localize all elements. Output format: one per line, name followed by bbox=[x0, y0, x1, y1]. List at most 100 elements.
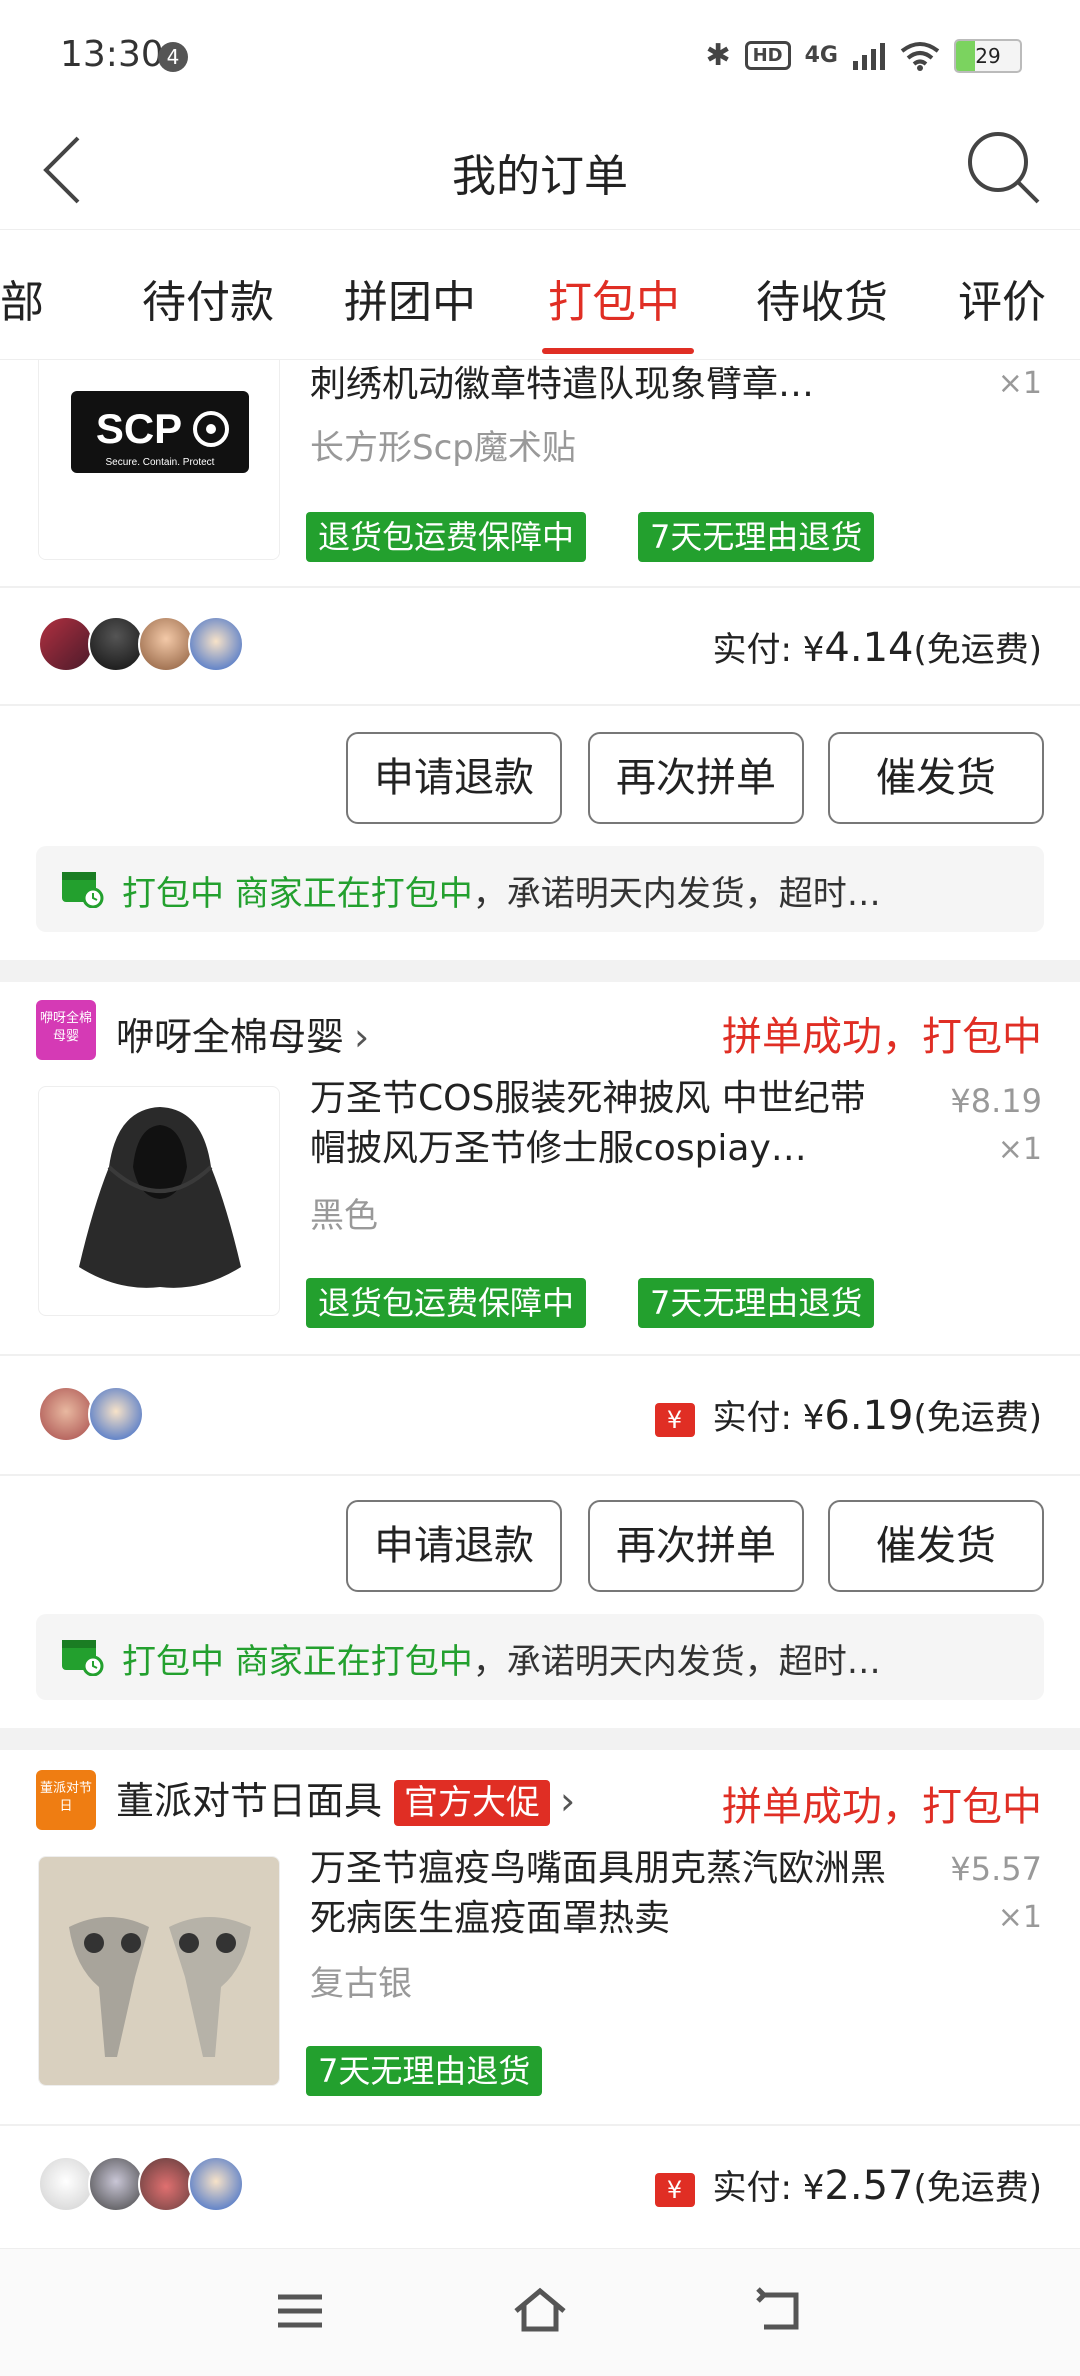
active-tab-indicator bbox=[542, 348, 694, 354]
product-title[interactable]: 万圣节瘟疫鸟嘴面具朋克蒸汽欧洲黑死病医生瘟疫面罩热卖 bbox=[310, 1844, 900, 1944]
reorder-button[interactable]: 再次拼单 bbox=[588, 732, 804, 824]
avatar bbox=[88, 616, 144, 672]
battery-level: 29 bbox=[975, 43, 1001, 68]
product-quantity: ×1 bbox=[997, 1900, 1042, 1935]
status-icons: ✱ HD 4G 29 bbox=[705, 38, 1022, 73]
order-list[interactable]: SCP Secure. Contain. Protect 刺绣机动徽章特遣队现象… bbox=[0, 360, 1080, 2248]
order-separator bbox=[0, 960, 1080, 982]
request-refund-button[interactable]: 申请退款 bbox=[346, 1500, 562, 1592]
shop-logo[interactable]: 董派对节日 bbox=[36, 1770, 96, 1830]
reorder-button[interactable]: 再次拼单 bbox=[588, 1500, 804, 1592]
divider bbox=[0, 586, 1080, 588]
wifi-icon bbox=[900, 41, 940, 71]
group-member-avatars bbox=[38, 2156, 244, 2216]
product-spec: 复古银 bbox=[310, 1964, 412, 2004]
avatar bbox=[188, 2156, 244, 2212]
divider bbox=[0, 1354, 1080, 1356]
system-navigation-bar bbox=[0, 2248, 1080, 2376]
shop-name[interactable]: 董派对节日面具 官方大促 › bbox=[116, 1770, 575, 1826]
product-spec: 黑色 bbox=[310, 1196, 378, 1236]
shipping-clock-icon bbox=[62, 872, 104, 908]
cloak-image bbox=[79, 1107, 241, 1288]
notice-detail: 商家正在打包中 bbox=[234, 874, 473, 914]
tab-all[interactable]: 全部 bbox=[0, 266, 44, 330]
freight-guarantee-tag: 退货包运费保障中 bbox=[306, 512, 587, 562]
avatar bbox=[188, 616, 244, 672]
seven-day-return-tag: 7天无理由退货 bbox=[638, 512, 875, 562]
back-nav-icon[interactable] bbox=[750, 2281, 810, 2341]
product-thumbnail[interactable] bbox=[38, 1856, 280, 2086]
product-price: ¥5.57 bbox=[950, 1850, 1042, 1888]
avatar bbox=[38, 2156, 94, 2212]
group-member-avatars bbox=[38, 1386, 144, 1446]
chevron-right-icon: › bbox=[560, 1779, 576, 1823]
divider bbox=[0, 704, 1080, 706]
menu-icon[interactable] bbox=[270, 2281, 330, 2341]
notice-rest: ，承诺明天内发货，超时… bbox=[472, 1642, 881, 1682]
product-spec: 长方形Scp魔术贴 bbox=[310, 428, 576, 468]
notice-rest: ，承诺明天内发货，超时… bbox=[472, 874, 881, 914]
avatar bbox=[88, 1386, 144, 1442]
product-quantity: ×1 bbox=[997, 1132, 1042, 1167]
paid-prefix: 实付: ¥ bbox=[712, 630, 825, 670]
shop-name-text: 董派对节日面具 bbox=[116, 1779, 383, 1823]
yuan-icon: ¥ bbox=[654, 1402, 695, 1437]
search-icon[interactable] bbox=[964, 128, 1044, 208]
shop-logo[interactable]: 咿呀全棉母婴 bbox=[36, 1000, 96, 1060]
group-member-avatars bbox=[38, 616, 244, 676]
urge-shipping-button[interactable]: 催发货 bbox=[828, 732, 1044, 824]
status-time: 13:30 bbox=[60, 34, 164, 75]
yuan-icon: ¥ bbox=[654, 2172, 695, 2207]
shipping-notice[interactable]: 打包中 商家正在打包中，承诺明天内发货，超时… bbox=[36, 1614, 1044, 1700]
shipping-notice[interactable]: 打包中 商家正在打包中，承诺明天内发货，超时… bbox=[36, 846, 1044, 932]
chevron-right-icon: › bbox=[354, 1015, 370, 1059]
shop-name-text: 咿呀全棉母婴 bbox=[116, 1015, 345, 1059]
paid-value: 2.57 bbox=[824, 2163, 914, 2209]
order-separator bbox=[0, 1728, 1080, 1750]
paid-value: 6.19 bbox=[824, 1393, 914, 1439]
paid-suffix: (免运费) bbox=[913, 2168, 1042, 2208]
product-title[interactable]: 万圣节COS服装死神披风 中世纪带帽披风万圣节修士服cospiay… bbox=[310, 1074, 900, 1174]
plague-mask-image bbox=[39, 1857, 279, 2085]
scp-patch-text: SCP bbox=[96, 405, 182, 452]
product-thumbnail[interactable] bbox=[38, 1086, 280, 1316]
order-status: 拼单成功，打包中 bbox=[722, 1784, 1042, 1830]
official-promo-badge: 官方大促 bbox=[394, 1780, 551, 1826]
order-tabs: 全部 待付款 拼团中 打包中 待收货 评价 bbox=[0, 230, 1080, 360]
notification-count-badge: 4 bbox=[158, 42, 188, 72]
scp-patch-image: SCP Secure. Contain. Protect bbox=[39, 360, 279, 559]
paid-prefix: 实付: ¥ bbox=[712, 1398, 825, 1438]
paid-amount: ¥ 实付: ¥6.19(免运费) bbox=[654, 1390, 1042, 1439]
product-thumbnail[interactable]: SCP Secure. Contain. Protect bbox=[38, 360, 280, 560]
tab-pending-payment[interactable]: 待付款 bbox=[142, 266, 274, 330]
divider bbox=[0, 2124, 1080, 2126]
avatar bbox=[88, 2156, 144, 2212]
paid-suffix: (免运费) bbox=[913, 630, 1042, 670]
paid-suffix: (免运费) bbox=[913, 1398, 1042, 1438]
notice-detail: 商家正在打包中 bbox=[234, 1642, 473, 1682]
page-title: 我的订单 bbox=[452, 151, 628, 202]
notice-status: 打包中 bbox=[122, 874, 224, 914]
tab-to-receive[interactable]: 待收货 bbox=[756, 266, 888, 330]
home-icon[interactable] bbox=[510, 2281, 570, 2341]
tab-review[interactable]: 评价 bbox=[958, 266, 1046, 330]
request-refund-button[interactable]: 申请退款 bbox=[346, 732, 562, 824]
divider bbox=[0, 1474, 1080, 1476]
status-bar: 13:30 4 ✱ HD 4G 29 bbox=[0, 0, 1080, 110]
product-price: ¥8.19 bbox=[950, 1082, 1042, 1120]
bluetooth-icon: ✱ bbox=[705, 38, 731, 73]
order-status: 拼单成功，打包中 bbox=[722, 1014, 1042, 1060]
seven-day-return-tag: 7天无理由退货 bbox=[638, 1278, 875, 1328]
notice-status: 打包中 bbox=[122, 1642, 224, 1682]
paid-amount: 实付: ¥4.14(免运费) bbox=[713, 622, 1043, 671]
paid-prefix: 实付: ¥ bbox=[712, 2168, 825, 2208]
shop-name[interactable]: 咿呀全棉母婴 › bbox=[116, 1006, 369, 1061]
tab-group-buying[interactable]: 拼团中 bbox=[344, 266, 476, 330]
avatar bbox=[138, 2156, 194, 2212]
avatar bbox=[138, 616, 194, 672]
paid-value: 4.14 bbox=[824, 625, 914, 671]
urge-shipping-button[interactable]: 催发货 bbox=[828, 1500, 1044, 1592]
product-title[interactable]: 刺绣机动徽章特遣队现象臂章… bbox=[310, 360, 900, 410]
tab-packing[interactable]: 打包中 bbox=[548, 266, 680, 330]
product-quantity: ×1 bbox=[997, 366, 1042, 401]
